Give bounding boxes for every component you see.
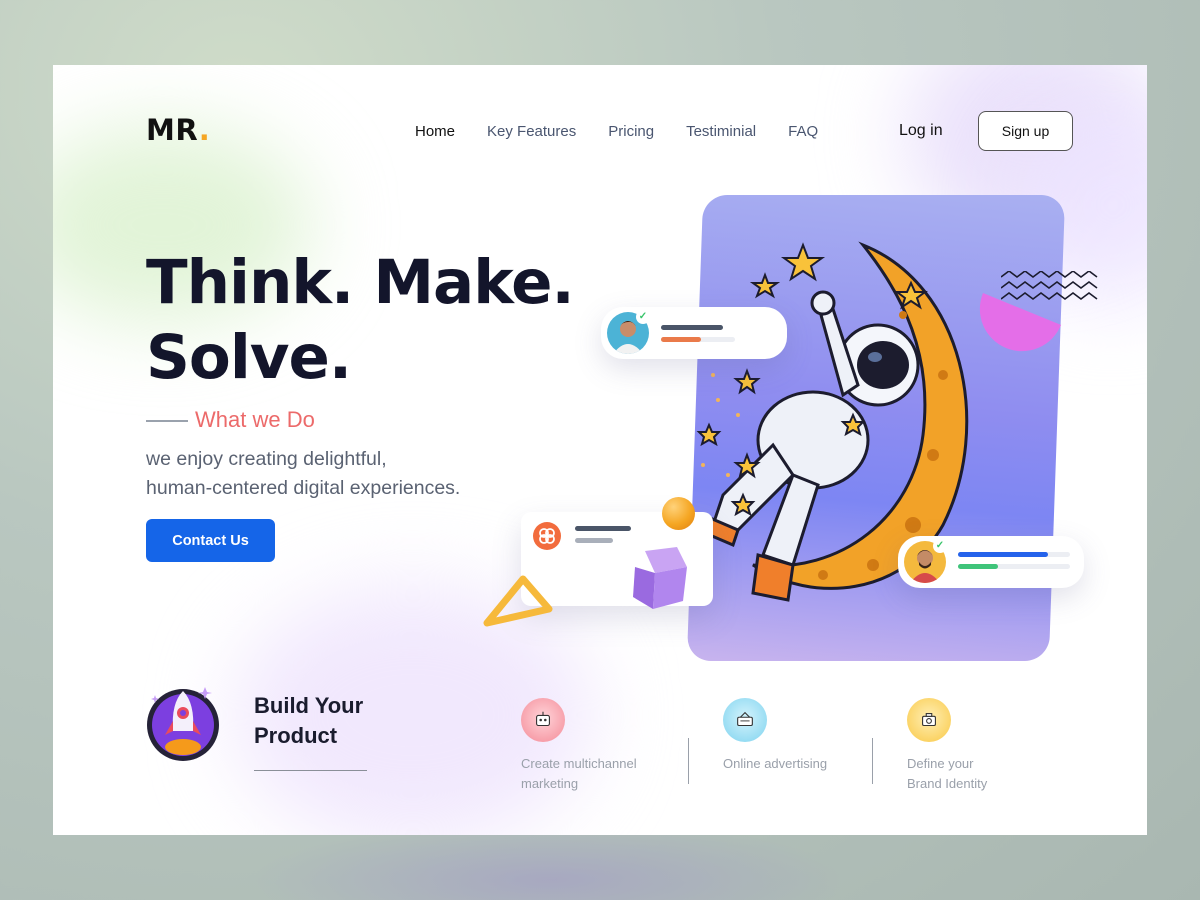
landing-page-card: MR. Home Key Features Pricing Testiminia… [53,65,1147,835]
hero-description: we enjoy creating delightful, human-cent… [146,445,546,503]
logo[interactable]: MR. [146,113,210,147]
headline-line-2: Solve. [146,322,352,393]
feature-label-line-1: Define your [907,756,974,771]
flower-icon [533,522,561,550]
feature-divider [688,738,689,784]
profile-card-top: ✓ [601,307,787,359]
task-bar-subtitle [575,538,613,543]
feature-online-advertising: Online advertising [723,698,883,774]
feature-label-line-2: marketing [521,776,579,791]
logo-dot: . [198,113,211,147]
feature-divider [872,738,873,784]
yellow-triangle-decoration [483,575,553,627]
feature-label: Create multichannel marketing [521,754,681,794]
build-line-1: Build Your [254,693,364,718]
main-nav: Home Key Features Pricing Testiminial FA… [415,123,850,140]
eyebrow-divider [146,420,188,422]
status-bar-progress [958,552,1048,557]
task-bar-title [575,526,631,531]
status-bar-progress [661,337,701,342]
feature-label: Define your Brand Identity [907,754,1067,794]
headline-line-1: Think. Make. [146,247,575,318]
contact-us-button[interactable]: Contact Us [146,519,275,562]
build-line-2: Product [254,723,338,748]
feature-multichannel-marketing: Create multichannel marketing [521,698,681,794]
login-link[interactable]: Log in [899,122,943,140]
feature-label-line-1: Online advertising [723,756,828,771]
status-bar-primary [661,325,723,330]
feature-label: Online advertising [723,754,883,774]
rocket-icon [145,683,223,763]
nav-key-features[interactable]: Key Features [487,123,576,140]
verified-check-icon: ✓ [933,539,947,553]
brand-identity-icon [907,698,951,742]
logo-text: MR [146,113,199,147]
feature-label-line-2: Brand Identity [907,776,988,791]
hero-headline: Think. Make. Solve. [146,245,606,395]
purple-cube-decoration [633,547,687,609]
orange-sphere-decoration [662,497,695,530]
status-bar-progress-secondary [958,564,998,569]
marketing-icon [521,698,565,742]
nav-home[interactable]: Home [415,123,455,140]
build-underline [254,770,367,771]
zigzag-decoration [1001,271,1098,300]
advertising-icon [723,698,767,742]
eyebrow-label: What we Do [195,407,315,432]
build-product-heading: Build Your Product [254,691,414,751]
profile-card-bottom: ✓ [898,536,1084,588]
nav-testimonial[interactable]: Testiminial [686,123,756,140]
feature-label-line-1: Create multichannel [521,756,637,771]
feature-brand-identity: Define your Brand Identity [907,698,1067,794]
verified-check-icon: ✓ [636,310,650,324]
nav-pricing[interactable]: Pricing [608,123,654,140]
nav-faq[interactable]: FAQ [788,123,818,140]
description-line-1: we enjoy creating delightful, [146,448,387,470]
description-line-2: human-centered digital experiences. [146,477,461,499]
signup-button[interactable]: Sign up [978,111,1073,151]
